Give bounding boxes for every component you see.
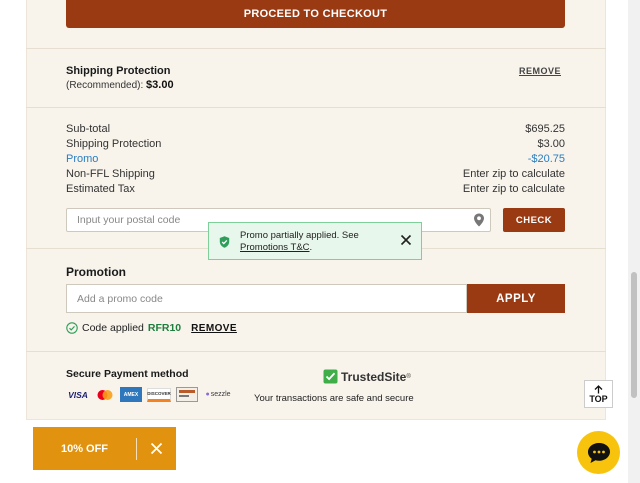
summary-label: Sub-total xyxy=(66,123,111,135)
divider xyxy=(26,107,606,108)
secure-transactions-text: Your transactions are safe and secure xyxy=(254,393,414,404)
chat-button[interactable] xyxy=(577,431,620,474)
summary-label: Shipping Protection xyxy=(66,138,162,150)
trusted-check-icon xyxy=(323,369,338,384)
toast-suffix: . xyxy=(309,242,313,253)
summary-row-non-ffl-shipping: Non-FFL Shipping Enter zip to calculate xyxy=(66,168,565,180)
discount-banner[interactable]: 10% OFF xyxy=(33,427,176,470)
summary-row-shipping-protection: Shipping Protection $3.00 xyxy=(66,138,565,150)
shield-check-icon xyxy=(219,236,230,248)
summary-label: Estimated Tax xyxy=(66,183,135,195)
sezzle-label: sezzle xyxy=(210,391,231,398)
discover-card-icon: DISCOVER xyxy=(147,387,171,402)
location-pin-icon[interactable] xyxy=(473,213,485,227)
shipping-protection-title: Shipping Protection xyxy=(66,65,171,77)
mastercard-icon xyxy=(97,389,113,400)
divider xyxy=(26,351,606,352)
amex-card-icon: AMEX xyxy=(120,387,142,402)
proceed-to-checkout-button[interactable]: PROCEED TO CHECKOUT xyxy=(66,0,565,28)
close-icon[interactable] xyxy=(400,234,412,246)
promo-code-input[interactable]: Add a promo code xyxy=(66,284,467,313)
shipping-protection-price: $3.00 xyxy=(146,79,174,91)
arrow-up-icon xyxy=(594,384,603,393)
close-discount-button[interactable] xyxy=(137,427,176,470)
scrollbar-thumb[interactable] xyxy=(631,272,637,398)
code-applied-label: Code applied xyxy=(82,322,144,334)
summary-value: -$20.75 xyxy=(527,153,565,165)
summary-value: Enter zip to calculate xyxy=(462,183,565,195)
remove-shipping-protection-link[interactable]: REMOVE xyxy=(519,66,561,76)
summary-row-subtotal: Sub-total $695.25 xyxy=(66,123,565,135)
chat-bubble-icon xyxy=(587,442,610,463)
shipping-protection-subtitle: (Recommended): $3.00 xyxy=(66,79,174,91)
summary-row-promo: Promo -$20.75 xyxy=(66,153,565,165)
promotions-tc-link[interactable]: Promotions T&C xyxy=(240,242,310,253)
visa-card-icon: VISA xyxy=(68,389,88,400)
apply-promo-button[interactable]: APPLY xyxy=(467,284,565,313)
close-icon xyxy=(150,442,163,455)
trusted-site-mark: ® xyxy=(406,373,411,380)
check-zip-button[interactable]: CHECK xyxy=(503,208,565,232)
trusted-site-label: TrustedSite xyxy=(341,369,407,384)
promo-toast: Promo partially applied. See Promotions … xyxy=(208,222,422,260)
scroll-to-top-button[interactable]: TOP xyxy=(584,380,613,408)
top-label: TOP xyxy=(589,393,608,404)
payment-cards: VISA AMEX DISCOVER ● sezzle xyxy=(66,387,233,402)
summary-value: $695.25 xyxy=(525,123,565,135)
applied-code: RFR10 xyxy=(147,322,182,334)
recommended-label: (Recommended): xyxy=(66,80,144,91)
summary-value: $3.00 xyxy=(537,138,565,150)
summary-label: Promo xyxy=(66,153,99,165)
summary-label: Non-FFL Shipping xyxy=(66,168,155,180)
toast-text: Promo partially applied. See xyxy=(240,230,359,241)
scrollbar-track[interactable] xyxy=(628,0,640,483)
promotion-title: Promotion xyxy=(66,265,126,279)
summary-row-estimated-tax: Estimated Tax Enter zip to calculate xyxy=(66,183,565,195)
summary-value: Enter zip to calculate xyxy=(462,168,565,180)
divider xyxy=(26,48,606,49)
toast-message: Promo partially applied. See Promotions … xyxy=(240,230,359,254)
code-applied-row: Code applied RFR10 REMOVE xyxy=(66,322,237,334)
discount-label[interactable]: 10% OFF xyxy=(33,443,136,455)
bank-transfer-icon xyxy=(176,387,198,402)
remove-promo-link[interactable]: REMOVE xyxy=(191,323,237,334)
sezzle-icon: ● sezzle xyxy=(205,391,231,398)
secure-payment-title: Secure Payment method xyxy=(66,368,189,380)
check-circle-icon xyxy=(66,322,78,334)
trusted-site-badge: TrustedSite ® xyxy=(323,369,411,384)
